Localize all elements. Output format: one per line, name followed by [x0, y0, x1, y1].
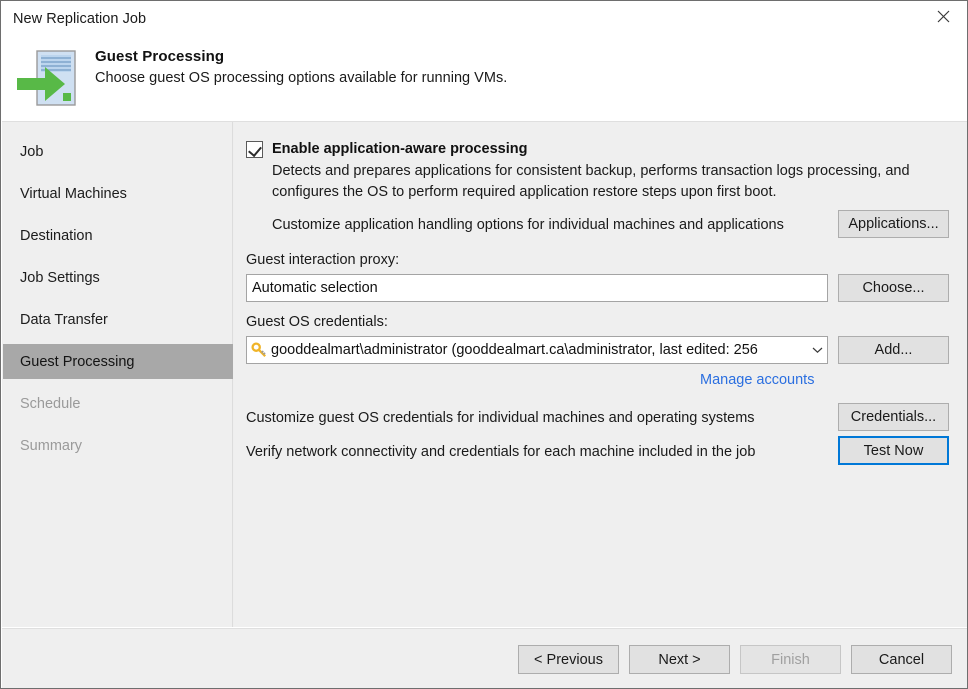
dialog-body: Job Virtual Machines Destination Job Set…	[2, 121, 967, 627]
choose-button[interactable]: Choose...	[838, 274, 949, 302]
applications-button[interactable]: Applications...	[838, 210, 949, 238]
guest-os-credentials-value: gooddealmart\administrator (gooddealmart…	[271, 342, 758, 358]
next-button[interactable]: Next >	[629, 645, 730, 674]
dialog-footer: < Previous Next > Finish Cancel	[2, 628, 967, 688]
guest-interaction-proxy-label: Guest interaction proxy:	[246, 252, 400, 268]
page-title: Guest Processing	[95, 48, 225, 65]
test-connectivity-text: Verify network connectivity and credenti…	[246, 444, 756, 460]
add-credentials-button[interactable]: Add...	[838, 336, 949, 364]
guest-processing-panel: Enable application-aware processing Dete…	[234, 122, 967, 627]
new-replication-job-dialog: New Replication Job Guest Processing Cho…	[0, 0, 968, 689]
enable-application-aware-processing-checkbox[interactable]: Enable application-aware processing	[246, 140, 527, 158]
sidebar-item-destination[interactable]: Destination	[3, 218, 233, 253]
key-icon	[251, 341, 268, 359]
guest-interaction-proxy-value: Automatic selection	[252, 280, 378, 296]
sidebar-item-label: Data Transfer	[20, 311, 108, 328]
manage-accounts-link[interactable]: Manage accounts	[700, 372, 814, 388]
sidebar-item-label: Guest Processing	[20, 353, 135, 370]
sidebar-item-label: Virtual Machines	[20, 185, 127, 202]
window-title: New Replication Job	[13, 11, 147, 27]
sidebar-item-virtual-machines[interactable]: Virtual Machines	[3, 176, 233, 211]
sidebar-item-summary: Summary	[3, 428, 233, 463]
guest-os-credentials-label: Guest OS credentials:	[246, 314, 388, 330]
credentials-button[interactable]: Credentials...	[838, 403, 949, 431]
replication-job-icon	[15, 48, 87, 114]
sidebar-item-label: Destination	[20, 227, 93, 244]
sidebar-item-job[interactable]: Job	[3, 134, 233, 169]
guest-interaction-proxy-input[interactable]: Automatic selection	[246, 274, 828, 302]
checkbox-checked-icon	[246, 141, 263, 158]
sidebar-item-label: Job Settings	[20, 269, 100, 286]
finish-button: Finish	[740, 645, 841, 674]
app-aware-description-line1: Detects and prepares applications for co…	[272, 163, 910, 179]
guest-os-credentials-combobox[interactable]: gooddealmart\administrator (gooddealmart…	[246, 336, 828, 364]
enable-application-aware-processing-label: Enable application-aware processing	[272, 141, 528, 157]
app-aware-description-line2: configures the OS to perform required ap…	[272, 184, 777, 200]
sidebar-item-label: Summary	[20, 437, 83, 454]
dialog-header: Guest Processing Choose guest OS process…	[2, 39, 967, 120]
sidebar-item-guest-processing[interactable]: Guest Processing	[3, 344, 233, 379]
wizard-steps-sidebar: Job Virtual Machines Destination Job Set…	[2, 122, 233, 627]
title-bar: New Replication Job	[1, 1, 967, 39]
chevron-down-icon[interactable]	[808, 346, 827, 354]
customize-credentials-text: Customize guest OS credentials for indiv…	[246, 410, 755, 426]
sidebar-item-data-transfer[interactable]: Data Transfer	[3, 302, 233, 337]
previous-button[interactable]: < Previous	[518, 645, 619, 674]
cancel-button[interactable]: Cancel	[851, 645, 952, 674]
sidebar-item-schedule: Schedule	[3, 386, 233, 421]
sidebar-item-label: Job	[20, 143, 44, 160]
sidebar-item-label: Schedule	[20, 395, 81, 412]
close-icon[interactable]	[920, 1, 967, 32]
test-now-button[interactable]: Test Now	[838, 436, 949, 465]
sidebar-item-job-settings[interactable]: Job Settings	[3, 260, 233, 295]
customize-applications-text: Customize application handling options f…	[272, 217, 784, 233]
page-subtitle: Choose guest OS processing options avail…	[95, 70, 508, 86]
